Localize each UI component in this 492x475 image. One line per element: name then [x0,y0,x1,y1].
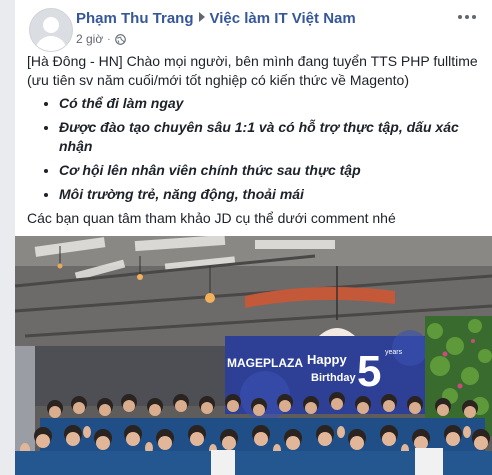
banner-birthday: Birthday [311,372,357,384]
post-card: Phạm Thu Trang Việc làm IT Việt Nam 2 giờ… [15,0,492,475]
avatar[interactable] [29,8,73,52]
benefit-item: Môi trường trẻ, năng động, thoải mái [59,185,482,204]
author-name[interactable]: Phạm Thu Trang [76,10,194,27]
benefit-item: Có thể đi làm ngay [59,94,482,113]
banner-suffix: years [385,349,403,356]
post-text: [Hà Đông - HN] Chào mọi người, bên mình … [27,52,482,228]
benefit-item: Cơ hội lên nhân viên chính thức sau thực… [59,161,482,180]
banner-brand: MAGEPLAZA [227,356,303,370]
post-intro: [Hà Đông - HN] Chào mọi người, bên mình … [27,53,478,88]
banner-happy: Happy [307,352,348,367]
meta-separator: · [107,33,111,45]
globe-icon[interactable] [114,33,126,45]
avatar-head-shape [43,17,59,33]
triangle-right-icon [198,12,205,22]
banner-number: 5 [357,347,381,396]
more-dot [465,15,469,19]
post-header: Phạm Thu Trang Việc làm IT Việt Nam 2 giờ… [15,0,492,56]
post-timestamp[interactable]: 2 giờ [76,32,103,46]
more-dot [472,15,476,19]
avatar-body-shape [35,36,67,51]
more-options-icon[interactable] [456,10,478,24]
more-dot [458,15,462,19]
post-closing: Các bạn quan tâm tham khảo JD cụ thể dướ… [27,210,396,226]
post-photo[interactable]: MAGEPLAZA Happy Birthday 5 years [15,236,492,475]
benefits-list: Có thể đi làm ngay Được đào tạo chuyên s… [27,94,482,204]
post-title: Phạm Thu Trang Việc làm IT Việt Nam [76,10,356,27]
post-meta: 2 giờ · [76,32,126,46]
group-photo-illustration: MAGEPLAZA Happy Birthday 5 years [15,236,492,475]
benefit-item: Được đào tạo chuyên sâu 1:1 và có hỗ trợ… [59,118,482,156]
group-name[interactable]: Việc làm IT Việt Nam [210,10,356,27]
